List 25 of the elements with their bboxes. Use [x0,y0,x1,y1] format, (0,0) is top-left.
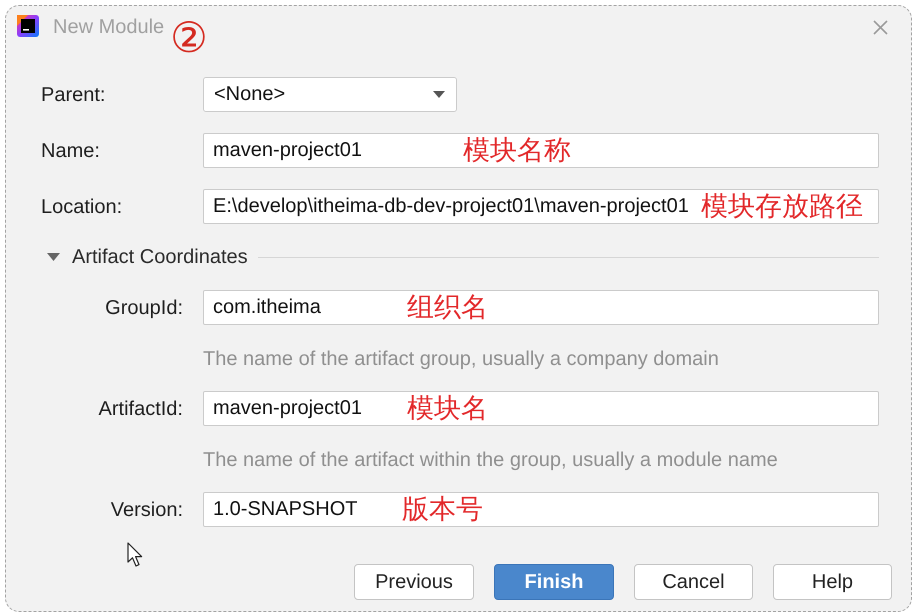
app-logo-icon [17,15,39,37]
help-button[interactable]: Help [773,564,892,600]
hint-text: The name of the artifact within the group, usually a module name [203,449,778,471]
previous-button[interactable]: Previous [354,564,474,600]
annotation-text: 版本号 [402,493,483,527]
field-label: Name: [41,138,100,162]
field-label: Location: [41,194,122,218]
section-title: Artifact Coordinates [72,245,248,269]
annotation-text: 模块存放路径 [701,190,863,224]
window-title: New Module [53,15,164,39]
finish-button[interactable]: Finish [494,564,614,600]
annotation-text: 组织名 [407,291,488,325]
field-label: Parent: [41,82,106,106]
mouse-cursor-icon [127,542,144,568]
hint-text: The name of the artifact group, usually a company domain [203,348,719,370]
annotation-text: 模块名称 [463,134,571,168]
field-label: Version: [110,498,183,522]
parent-dropdown[interactable]: <None> [203,77,457,112]
cancel-button[interactable]: Cancel [634,564,753,600]
expanded-triangle-icon[interactable] [47,253,60,261]
step-number-annotation: ② [170,16,208,60]
caret-icon[interactable] [433,91,445,98]
annotation-text: 模块名 [407,392,488,426]
field-label: ArtifactId: [98,396,183,420]
field-label: GroupId: [105,296,183,320]
